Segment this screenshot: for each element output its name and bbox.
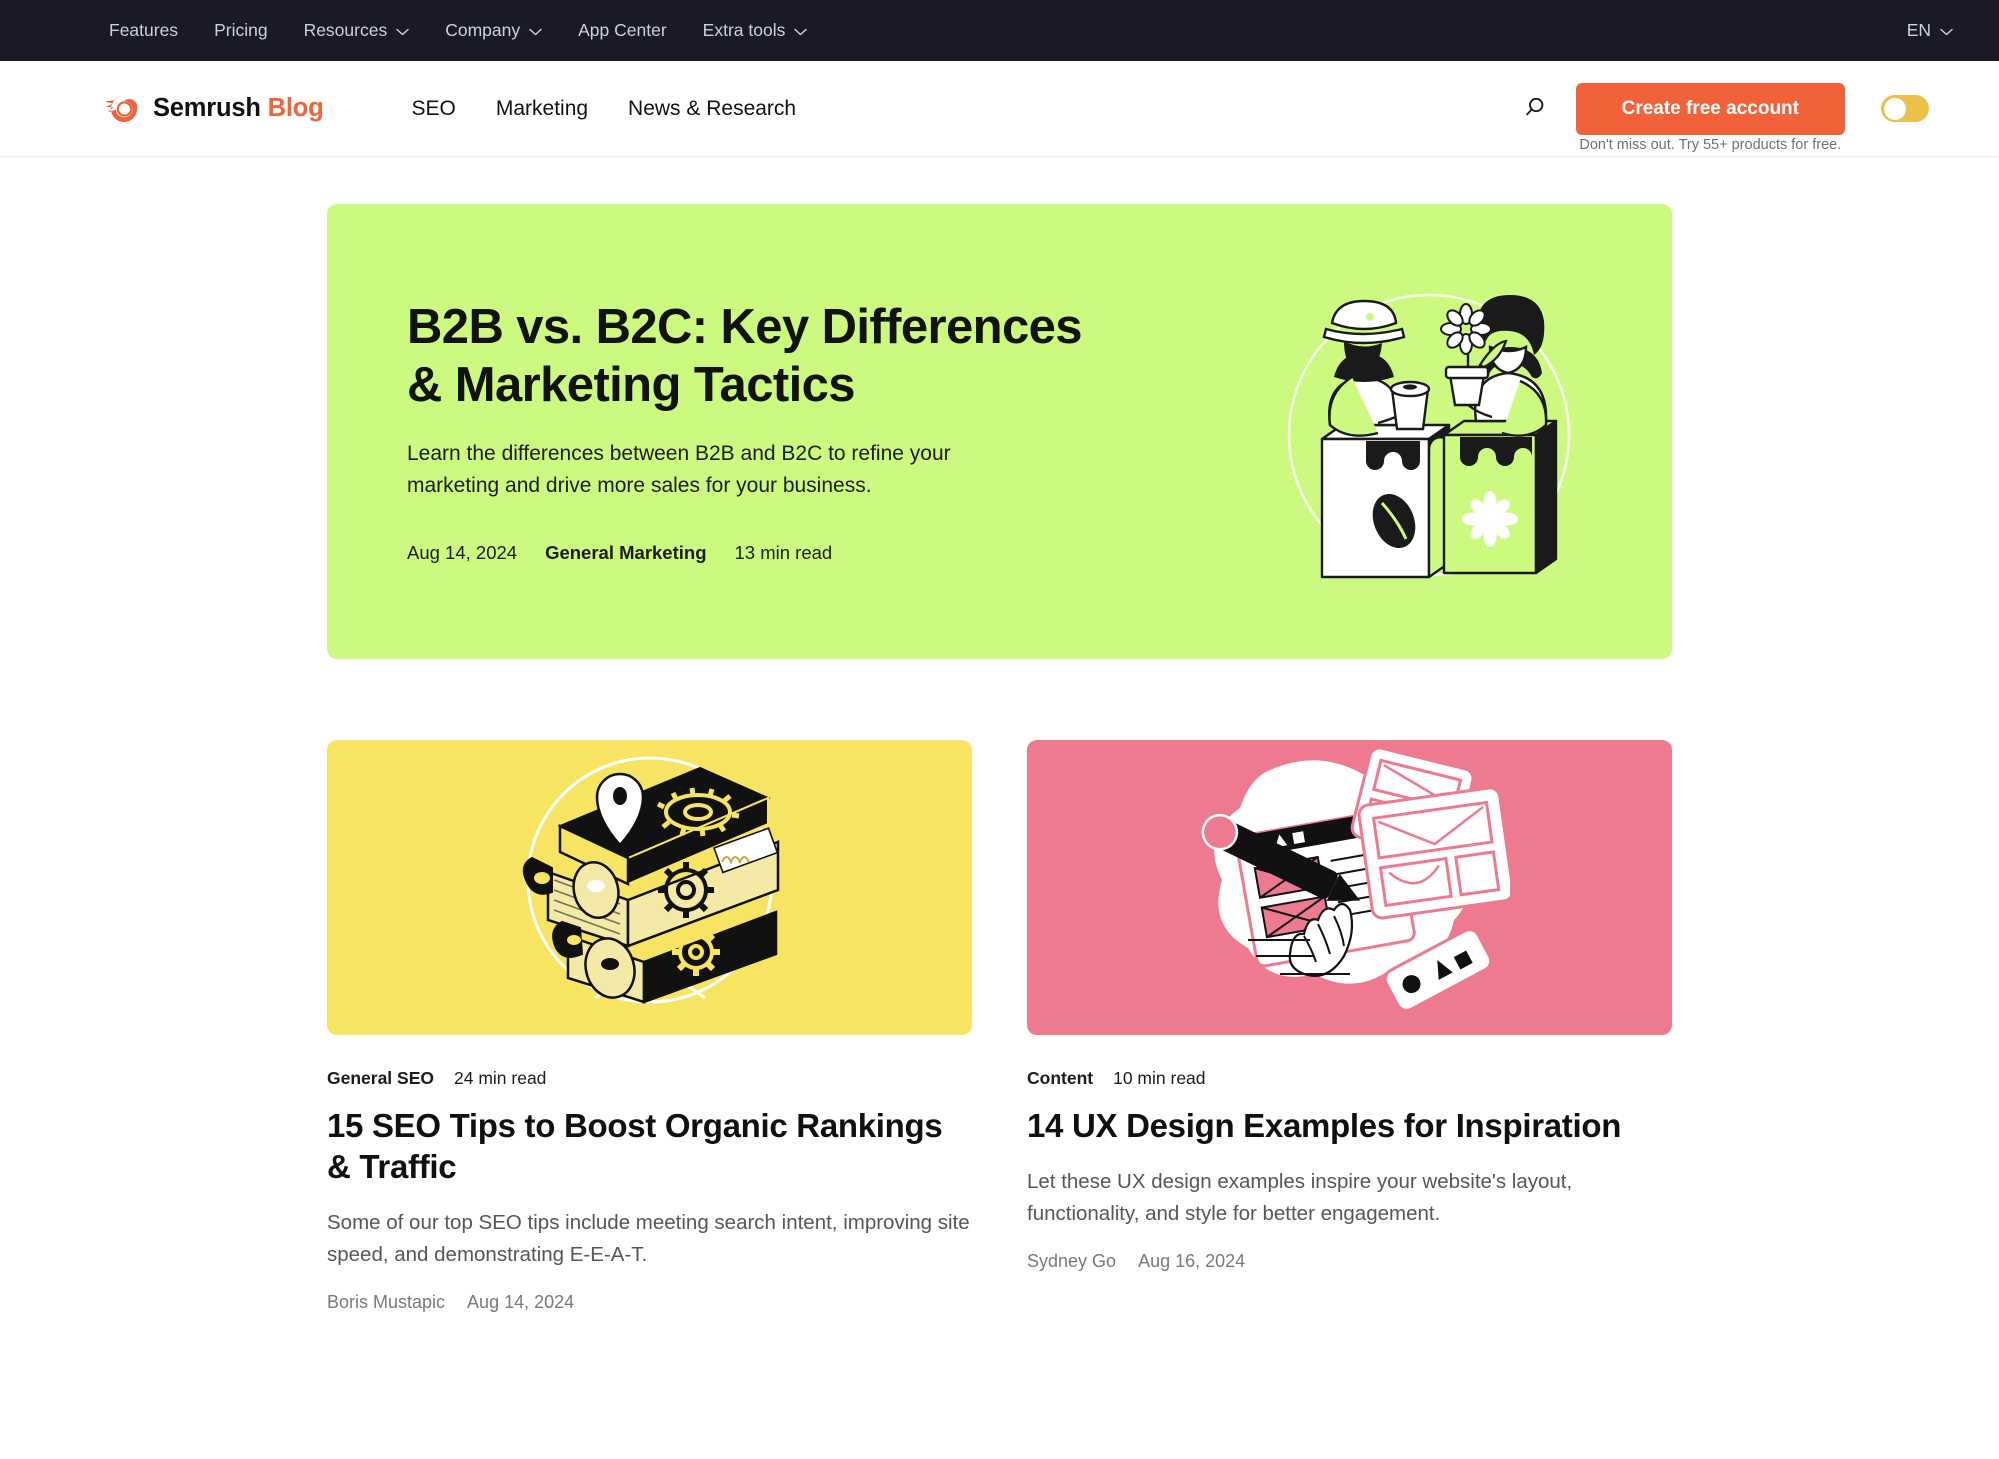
featured-post-date: Aug 14, 2024: [407, 541, 518, 563]
content-container: B2B vs. B2C: Key Differences & Marketing…: [327, 204, 1672, 1313]
post-thumbnail: [327, 740, 972, 1035]
post-grid: General SEO 24 min read 15 SEO Tips to B…: [327, 740, 1672, 1313]
ux-wireframe-sketching-illustration: [1190, 740, 1514, 1035]
cta-subtext: Don't miss out. Try 55+ products for fre…: [1579, 136, 1842, 153]
topnav-label: Resources: [303, 20, 388, 40]
language-label: EN: [1906, 20, 1931, 40]
brand-title: Semrush Blog: [153, 94, 324, 123]
post-title: 15 SEO Tips to Boost Organic Rankings & …: [327, 1107, 943, 1185]
market-stall-vendors-illustration: [1274, 277, 1584, 587]
post-card-ux-design[interactable]: Content 10 min read 14 UX Design Example…: [1027, 740, 1672, 1313]
topnav-label: Extra tools: [702, 20, 786, 40]
theme-toggle[interactable]: [1881, 95, 1929, 122]
language-selector[interactable]: EN: [1889, 14, 1971, 47]
topnav-label: Pricing: [214, 20, 268, 40]
utility-nav-right: EN: [1889, 14, 1971, 47]
chevron-down-icon: [529, 28, 542, 36]
post-byline: Boris Mustapic Aug 14, 2024: [327, 1292, 972, 1313]
primary-nav: SEO Marketing News & Research: [391, 89, 816, 129]
post-card-seo-tips[interactable]: General SEO 24 min read 15 SEO Tips to B…: [327, 740, 972, 1313]
post-meta: General SEO 24 min read: [327, 1068, 972, 1089]
nav-item-marketing[interactable]: Marketing: [476, 89, 608, 129]
chevron-down-icon: [1940, 28, 1953, 36]
nav-item-seo[interactable]: SEO: [391, 89, 475, 129]
topnav-item-resources[interactable]: Resources: [286, 14, 428, 47]
post-author[interactable]: Boris Mustapic: [327, 1292, 445, 1313]
page-content: B2B vs. B2C: Key Differences & Marketing…: [0, 157, 1999, 1314]
semrush-comet-logo-icon: [103, 94, 139, 124]
search-icon: [1524, 96, 1546, 121]
featured-post-description: Learn the differences between B2B and B2…: [407, 441, 951, 497]
post-category[interactable]: General SEO: [327, 1068, 434, 1089]
utility-navbar: Features Pricing Resources Company App C…: [0, 0, 1999, 61]
post-date: Aug 14, 2024: [467, 1292, 575, 1313]
post-description: Some of our top SEO tips include meeting…: [327, 1210, 970, 1266]
topnav-item-app-center[interactable]: App Center: [560, 14, 685, 47]
featured-post-meta: Aug 14, 2024 General Marketing 13 min re…: [407, 542, 1107, 564]
post-date: Aug 16, 2024: [1138, 1251, 1246, 1272]
topnav-label: App Center: [578, 20, 667, 40]
site-header: Semrush Blog SEO Marketing News & Resear…: [0, 61, 1999, 157]
utility-nav-list: Features Pricing Resources Company App C…: [95, 14, 825, 47]
nav-item-news-research[interactable]: News & Research: [608, 89, 816, 129]
topnav-label: Features: [109, 20, 179, 40]
featured-post-text: B2B vs. B2C: Key Differences & Marketing…: [407, 299, 1107, 563]
topnav-item-company[interactable]: Company: [427, 14, 560, 47]
topnav-item-pricing[interactable]: Pricing: [196, 14, 286, 47]
post-description: Let these UX design examples inspire you…: [1027, 1169, 1573, 1225]
brand-suffix: Blog: [267, 94, 324, 122]
featured-post-title: B2B vs. B2C: Key Differences & Marketing…: [407, 300, 1083, 412]
brand-name: Semrush: [153, 94, 261, 122]
cta-group: Create free account Don't miss out. Try …: [1575, 82, 1845, 153]
post-author[interactable]: Sydney Go: [1027, 1251, 1116, 1272]
chevron-down-icon: [794, 28, 808, 36]
chevron-down-icon: [396, 28, 409, 36]
featured-post-category[interactable]: General Marketing: [545, 542, 706, 564]
stacked-binders-gears-illustration: [500, 740, 800, 1035]
topnav-item-features[interactable]: Features: [95, 14, 196, 47]
topnav-item-extra-tools[interactable]: Extra tools: [685, 14, 826, 47]
post-meta: Content 10 min read: [1027, 1068, 1672, 1089]
post-read-time: 24 min read: [454, 1068, 547, 1088]
topnav-label: Company: [445, 20, 521, 40]
featured-post-read-time: 13 min read: [734, 541, 833, 563]
brand-logo-link[interactable]: Semrush Blog: [103, 94, 324, 124]
toggle-knob-icon: [1883, 97, 1906, 120]
featured-post-card[interactable]: B2B vs. B2C: Key Differences & Marketing…: [327, 204, 1672, 659]
post-byline: Sydney Go Aug 16, 2024: [1027, 1251, 1672, 1272]
search-button[interactable]: [1512, 86, 1558, 132]
post-title: 14 UX Design Examples for Inspiration: [1027, 1107, 1622, 1144]
post-thumbnail: [1027, 740, 1672, 1035]
create-free-account-button[interactable]: Create free account: [1575, 82, 1845, 135]
post-category[interactable]: Content: [1027, 1068, 1093, 1089]
header-actions: Create free account Don't miss out. Try …: [1512, 82, 1929, 153]
post-read-time: 10 min read: [1113, 1068, 1206, 1088]
